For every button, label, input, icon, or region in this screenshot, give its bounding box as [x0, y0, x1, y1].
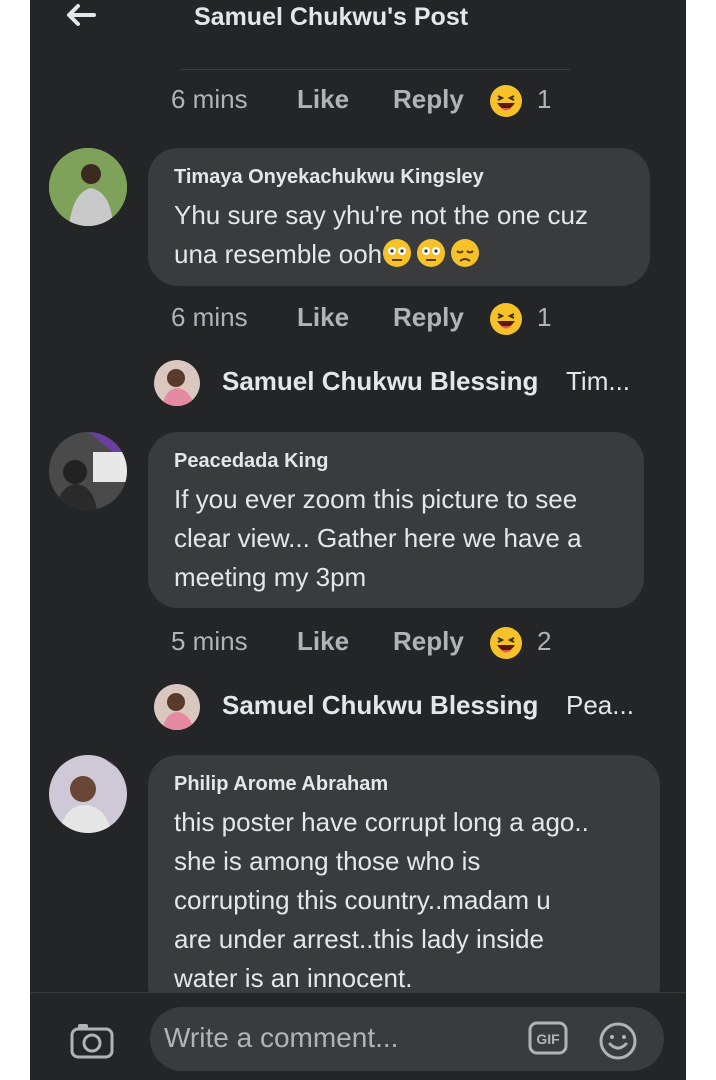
comment-input[interactable]: Write a comment... GIF	[150, 1007, 664, 1071]
page-title: Samuel Chukwu's Post	[194, 3, 469, 31]
like-button[interactable]: Like	[297, 84, 349, 115]
comment-text: this poster have corrupt long a ago.. sh…	[174, 803, 589, 998]
reply-author: Samuel Chukwu Blessing	[222, 366, 539, 396]
comment-bubble[interactable]: Philip Arome Abraham this poster have co…	[148, 755, 660, 1015]
laugh-reaction-icon[interactable]	[489, 84, 523, 118]
comment-line: clear view... Gather here we have a	[174, 523, 582, 553]
comment-time: 6 mins	[171, 302, 248, 332]
reaction-count: 2	[537, 626, 552, 656]
comment-line: are under arrest..this lady inside	[174, 924, 544, 954]
laugh-reaction-icon[interactable]	[489, 626, 523, 660]
avatar[interactable]	[49, 755, 127, 833]
back-arrow-icon[interactable]	[64, 2, 98, 28]
comment-line: she is among those who is	[174, 846, 481, 876]
gif-icon[interactable]: GIF	[528, 1021, 568, 1055]
smiley-icon[interactable]	[598, 1021, 638, 1061]
post-comments-screen: Samuel Chukwu's Post 6 mins Like Reply 1…	[30, 0, 686, 1080]
reply-preview-text: Pea...	[566, 690, 634, 720]
comment-actions: 5 mins Like Reply 2	[171, 622, 591, 662]
avatar	[154, 360, 200, 406]
comment-line: una resemble ooh	[174, 239, 383, 269]
gif-label: GIF	[536, 1031, 560, 1047]
reply-author: Samuel Chukwu Blessing	[222, 690, 539, 720]
comment-line: corrupting this country..madam u	[174, 885, 551, 915]
avatar[interactable]	[49, 432, 127, 510]
comment-line: If you ever zoom this picture to see	[174, 484, 578, 514]
comment-time: 5 mins	[171, 626, 248, 656]
laugh-reaction-icon[interactable]	[489, 302, 523, 336]
comment-text: Yhu sure say yhu're not the one cuz una …	[174, 196, 588, 274]
reaction-count: 1	[537, 302, 552, 332]
avatar	[154, 684, 200, 730]
reply-preview-text: Tim...	[566, 366, 631, 396]
comment-author[interactable]: Peacedada King	[174, 450, 329, 473]
flushed-emoji-icon	[383, 239, 412, 267]
emoji-sequence	[383, 239, 480, 267]
comment-time: 6 mins	[171, 84, 248, 114]
view-reply-row[interactable]: Samuel Chukwu Blessing Tim...	[154, 360, 654, 406]
pensive-emoji-icon	[451, 239, 480, 267]
reply-button[interactable]: Reply	[393, 302, 464, 333]
flushed-emoji-icon	[417, 239, 446, 267]
reply-button[interactable]: Reply	[393, 84, 464, 115]
view-reply-row[interactable]: Samuel Chukwu Blessing Pea...	[154, 684, 654, 730]
reply-button[interactable]: Reply	[393, 626, 464, 657]
comment-author[interactable]: Philip Arome Abraham	[174, 773, 388, 796]
comment-line: Yhu sure say yhu're not the one cuz	[174, 200, 588, 230]
comment-bubble[interactable]: Peacedada King If you ever zoom this pic…	[148, 432, 644, 608]
comment-bubble[interactable]: Timaya Onyekachukwu Kingsley Yhu sure sa…	[148, 148, 650, 286]
comment-line: this poster have corrupt long a ago..	[174, 807, 589, 837]
comment-author[interactable]: Timaya Onyekachukwu Kingsley	[174, 166, 484, 189]
like-button[interactable]: Like	[297, 302, 349, 333]
comment-line: meeting my 3pm	[174, 562, 367, 592]
comment-actions: 6 mins Like Reply 1	[171, 298, 591, 338]
comment-input-placeholder: Write a comment...	[164, 1022, 399, 1053]
divider	[180, 69, 570, 70]
like-button[interactable]: Like	[297, 626, 349, 657]
camera-icon[interactable]	[70, 1023, 114, 1059]
header-bar: Samuel Chukwu's Post	[30, 0, 686, 44]
reaction-count: 1	[537, 84, 552, 114]
comment-actions: 6 mins Like Reply 1	[171, 80, 591, 120]
comment-text: If you ever zoom this picture to see cle…	[174, 480, 582, 597]
avatar[interactable]	[49, 148, 127, 226]
comment-composer: Write a comment... GIF	[30, 992, 686, 1080]
comment-line-wrap: una resemble ooh	[174, 235, 588, 274]
